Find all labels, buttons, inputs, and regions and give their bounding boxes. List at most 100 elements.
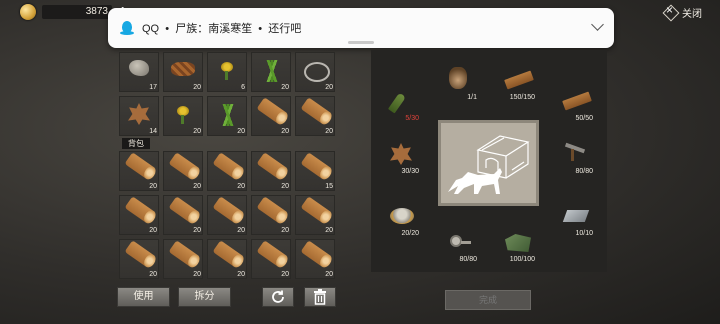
storage-slot[interactable]: 20: [295, 96, 335, 136]
backpack-slot[interactable]: 20: [119, 151, 159, 191]
cloth-icon: [505, 234, 531, 252]
ingredient-quantity: 5/30: [405, 115, 419, 122]
recipe-ingredient-slot[interactable]: 30/30: [381, 136, 421, 176]
bolt-icon: [449, 232, 471, 254]
stone-icon: [129, 60, 149, 76]
backpack-slot[interactable]: 20: [163, 239, 203, 279]
log-icon: [300, 240, 332, 268]
recipe-ingredient-slot[interactable]: 1/1: [439, 62, 479, 102]
item-quantity: 20: [237, 271, 245, 278]
flower-icon: [217, 60, 237, 80]
item-quantity: 20: [281, 271, 289, 278]
log-icon: [168, 240, 200, 268]
log-icon: [300, 152, 332, 180]
notification-text: QQ • 尸族：南溪寒笙 • 还行吧: [142, 23, 302, 35]
log-icon: [256, 196, 288, 224]
qq-notification[interactable]: QQ • 尸族：南溪寒笙 • 还行吧: [108, 8, 614, 48]
storage-slot[interactable]: 6: [207, 52, 247, 92]
grass-icon: [217, 104, 239, 126]
recipe-ingredient-slot[interactable]: 80/80: [439, 224, 479, 264]
refresh-icon: [272, 290, 284, 303]
backpack-slot[interactable]: 20: [251, 239, 291, 279]
coin-icon: [20, 4, 36, 20]
wire-icon: [304, 62, 330, 82]
storage-slot[interactable]: 20: [251, 96, 291, 136]
crafting-result[interactable]: [438, 120, 539, 206]
item-quantity: 14: [149, 128, 157, 135]
backpack-slot[interactable]: 15: [295, 151, 335, 191]
storage-slot[interactable]: 20: [251, 52, 291, 92]
backpack-slot[interactable]: 20: [207, 195, 247, 235]
recipe-ingredient-slot[interactable]: 150/150: [497, 62, 537, 102]
use-button[interactable]: 使用: [117, 287, 170, 307]
hammer-icon: [565, 146, 587, 161]
backpack-slot[interactable]: 20: [295, 195, 335, 235]
log-icon: [256, 240, 288, 268]
item-quantity: 20: [149, 227, 157, 234]
backpack-slot[interactable]: 20: [207, 239, 247, 279]
item-quantity: 6: [241, 84, 245, 91]
item-quantity: 20: [325, 128, 333, 135]
backpack-slot[interactable]: 20: [163, 195, 203, 235]
item-quantity: 20: [325, 271, 333, 278]
plank-icon: [562, 91, 592, 111]
item-quantity: 20: [193, 183, 201, 190]
storage-slot[interactable]: 20: [207, 96, 247, 136]
log-icon: [124, 152, 156, 180]
log-icon: [212, 240, 244, 268]
item-quantity: 20: [281, 128, 289, 135]
item-quantity: 20: [281, 84, 289, 91]
dog-kennel-icon: [448, 135, 530, 194]
log-icon: [300, 97, 332, 125]
recipe-ingredient-slot[interactable]: 80/80: [555, 136, 595, 176]
recipe-ingredient-slot[interactable]: 100/100: [497, 224, 537, 264]
can-icon: [390, 208, 414, 224]
complete-button[interactable]: 完成: [445, 290, 531, 310]
log-icon: [124, 240, 156, 268]
storage-slot[interactable]: 20: [163, 96, 203, 136]
close-button[interactable]: 关闭: [662, 3, 702, 20]
currency-display: 3873: [42, 5, 112, 19]
backpack-slot[interactable]: 20: [251, 151, 291, 191]
backpack-slot[interactable]: 20: [119, 239, 159, 279]
ingredient-quantity: 1/1: [467, 94, 477, 101]
recipe-ingredient-slot[interactable]: 50/50: [555, 83, 595, 123]
plank-icon: [504, 70, 534, 90]
log-icon: [212, 196, 244, 224]
storage-slot[interactable]: 17: [119, 52, 159, 92]
item-quantity: 20: [149, 183, 157, 190]
item-quantity: 20: [149, 271, 157, 278]
trash-button[interactable]: [304, 287, 336, 307]
storage-slot[interactable]: 20: [295, 52, 335, 92]
recipe-ingredient-slot[interactable]: 20/20: [381, 198, 421, 238]
refresh-button[interactable]: [262, 287, 294, 307]
chevron-down-icon[interactable]: [591, 18, 604, 31]
backpack-slot[interactable]: 20: [163, 151, 203, 191]
ingredient-quantity: 100/100: [509, 256, 535, 263]
storage-slot[interactable]: 14: [119, 96, 159, 136]
backpack-slot[interactable]: 20: [295, 239, 335, 279]
hide-icon: [128, 103, 150, 125]
backpack-slot[interactable]: 20: [207, 151, 247, 191]
recipe-ingredient-slot[interactable]: 10/10: [555, 198, 595, 238]
storage-slot[interactable]: 20: [163, 52, 203, 92]
notification-grab-handle[interactable]: [348, 41, 374, 44]
item-quantity: 20: [193, 128, 201, 135]
flower-icon: [173, 104, 193, 124]
log-icon: [212, 152, 244, 180]
currency-value: 3873: [85, 6, 108, 17]
ingredient-quantity: 150/150: [509, 94, 535, 101]
item-quantity: 20: [237, 227, 245, 234]
backpack-slot[interactable]: 20: [119, 195, 159, 235]
item-quantity: 15: [325, 183, 333, 190]
backpack-slot[interactable]: 20: [251, 195, 291, 235]
bullet-icon: [387, 92, 407, 114]
item-quantity: 17: [149, 84, 157, 91]
ingredient-quantity: 50/50: [575, 115, 593, 122]
split-button[interactable]: 拆分: [178, 287, 231, 307]
hide-icon: [390, 143, 412, 165]
close-label: 关闭: [682, 8, 702, 20]
recipe-ingredient-slot[interactable]: 5/30: [381, 83, 421, 123]
log-icon: [300, 196, 332, 224]
item-quantity: 20: [193, 84, 201, 91]
